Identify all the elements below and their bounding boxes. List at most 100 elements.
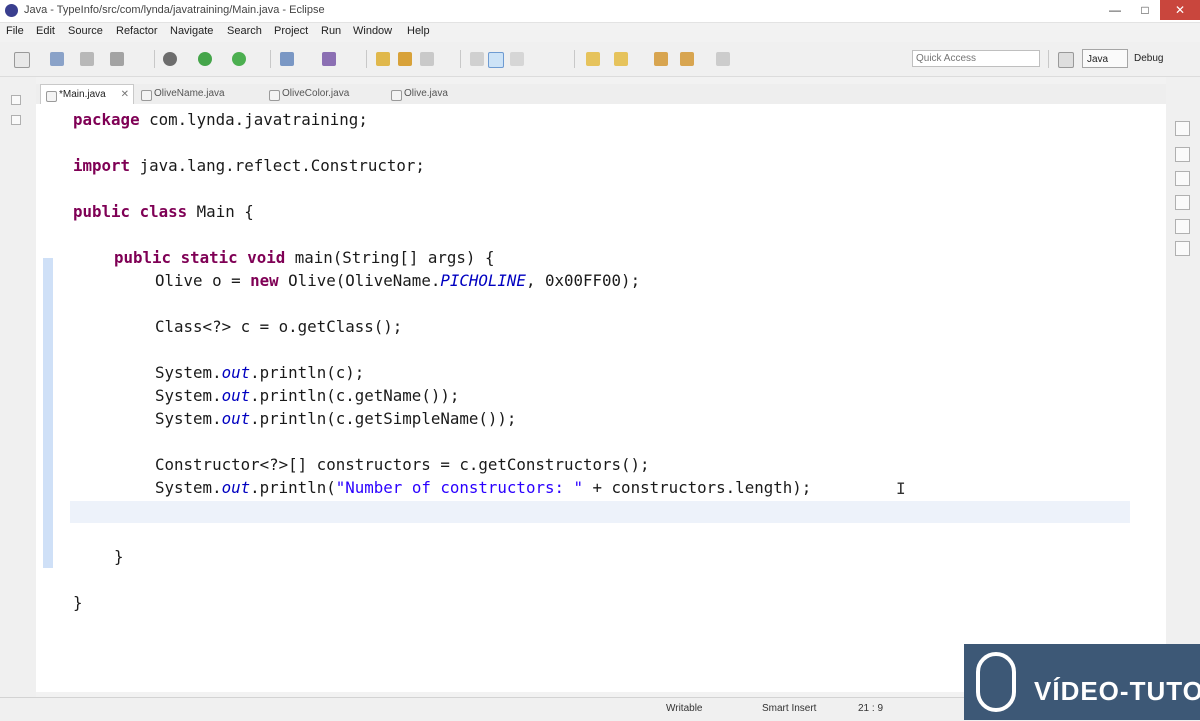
save-icon[interactable] — [50, 52, 64, 66]
code-line[interactable]: public static void main(String[] args) { — [114, 249, 494, 267]
close-button[interactable]: ✕ — [1160, 0, 1200, 20]
task-list-icon[interactable] — [1175, 171, 1190, 186]
writable-status: Writable — [666, 703, 703, 714]
toggle-block-selection-icon[interactable] — [488, 52, 504, 68]
code-line[interactable]: System.out.println(c); — [155, 364, 364, 382]
code-line[interactable]: public class Main { — [73, 203, 254, 221]
back-icon[interactable] — [680, 52, 694, 66]
static-field: out — [221, 363, 251, 382]
close-icon[interactable]: ✕ — [121, 85, 129, 105]
problems-view-icon[interactable] — [1175, 195, 1190, 210]
keyword: package — [73, 110, 140, 129]
editor-tabs: *Main.java ✕ OliveName.java OliveColor.j… — [36, 84, 1166, 105]
code-text: Olive o = — [155, 271, 251, 290]
current-line-highlight — [70, 501, 1130, 523]
watermark-text: VÍDEO-TUTOR — [1034, 676, 1200, 706]
debug-icon[interactable] — [198, 52, 212, 66]
tab-olive-java[interactable]: Olive.java — [386, 84, 482, 104]
java-file-icon — [141, 90, 152, 101]
code-text: + constructors.length); — [583, 478, 812, 497]
restore-icon[interactable] — [11, 95, 21, 105]
code-line[interactable]: import java.lang.reflect.Constructor; — [73, 157, 425, 175]
print-icon[interactable] — [110, 52, 124, 66]
code-line[interactable]: System.out.println(c.getSimpleName()); — [155, 410, 516, 428]
new-java-project-icon[interactable] — [322, 52, 336, 66]
forward-icon[interactable] — [716, 52, 730, 66]
code-line[interactable]: System.out.println(c.getName()); — [155, 387, 459, 405]
tab-olivecolor-java[interactable]: OliveColor.java — [264, 84, 376, 104]
keyword: static — [180, 248, 238, 267]
previous-annotation-icon[interactable] — [614, 52, 628, 66]
static-field: out — [221, 409, 251, 428]
code-line[interactable]: Constructor<?>[] constructors = c.getCon… — [155, 456, 650, 474]
code-line[interactable]: } — [73, 594, 83, 612]
code-line[interactable]: package com.lynda.javatraining; — [73, 111, 368, 129]
save-all-icon[interactable] — [80, 52, 94, 66]
toolbar-separator — [1048, 50, 1049, 68]
menu-file[interactable]: File — [6, 25, 24, 37]
tab-label: OliveName.java — [154, 88, 225, 99]
menu-refactor[interactable]: Refactor — [116, 25, 158, 37]
menu-source[interactable]: Source — [68, 25, 103, 37]
left-trim-bar — [0, 77, 36, 697]
tab-label: OliveColor.java — [282, 88, 350, 99]
java-perspective-button[interactable]: Java — [1082, 49, 1128, 68]
javadoc-view-icon[interactable] — [1175, 219, 1190, 234]
toolbar-separator — [574, 50, 575, 68]
outline-view-icon[interactable] — [1175, 147, 1190, 162]
code-line[interactable]: Class<?> c = o.getClass(); — [155, 318, 402, 336]
search-icon[interactable] — [420, 52, 434, 66]
new-icon[interactable] — [14, 52, 30, 68]
mark-occurrences-icon[interactable] — [470, 52, 484, 66]
code-text: System. — [155, 409, 222, 428]
keyword: import — [73, 156, 131, 175]
open-task-icon[interactable] — [398, 52, 412, 66]
code-line[interactable]: Olive o = new Olive(OliveName.PICHOLINE,… — [155, 272, 640, 290]
window-title: Java - TypeInfo/src/com/lynda/javatraini… — [24, 4, 325, 16]
menu-navigate[interactable]: Navigate — [170, 25, 213, 37]
code-text: .println(c.getName()); — [250, 386, 460, 405]
menu-edit[interactable]: Edit — [36, 25, 55, 37]
static-field: PICHOLINE — [440, 271, 526, 290]
menu-search[interactable]: Search — [227, 25, 262, 37]
package-explorer-icon[interactable] — [11, 115, 21, 125]
toolbar-separator — [460, 50, 461, 68]
external-tools-icon[interactable] — [280, 52, 294, 66]
maximize-button[interactable]: □ — [1130, 0, 1160, 20]
last-edit-location-icon[interactable] — [654, 52, 668, 66]
open-perspective-icon[interactable] — [1058, 52, 1074, 68]
insert-mode-status: Smart Insert — [762, 703, 817, 714]
text-cursor-icon: I — [896, 479, 906, 498]
menu-help[interactable]: Help — [407, 25, 430, 37]
open-type-icon[interactable] — [376, 52, 390, 66]
code-text: System. — [155, 363, 222, 382]
maximize-view-icon[interactable] — [1175, 121, 1190, 136]
menu-run[interactable]: Run — [321, 25, 341, 37]
settings-gear-icon[interactable] — [163, 52, 177, 66]
tab-label: Olive.java — [404, 88, 448, 99]
tab-main-java[interactable]: *Main.java ✕ — [40, 84, 134, 104]
cursor-position-status: 21 : 9 — [858, 703, 884, 714]
java-file-icon — [46, 91, 57, 102]
method-range-indicator — [43, 258, 53, 568]
show-whitespace-icon[interactable] — [510, 52, 524, 66]
code-text: java.lang.reflect.Constructor; — [130, 156, 425, 175]
keyword: public — [73, 202, 131, 221]
menu-window[interactable]: Window — [353, 25, 392, 37]
keyword: void — [247, 248, 286, 267]
next-annotation-icon[interactable] — [586, 52, 600, 66]
run-icon[interactable] — [232, 52, 246, 66]
debug-perspective-button[interactable]: Debug — [1134, 49, 1163, 68]
menu-project[interactable]: Project — [274, 25, 308, 37]
tab-olivename-java[interactable]: OliveName.java — [136, 84, 248, 104]
static-field: out — [221, 386, 251, 405]
java-file-icon — [391, 90, 402, 101]
code-line[interactable]: System.out.println("Number of constructo… — [155, 479, 811, 497]
code-text: , 0x00FF00); — [525, 271, 641, 290]
eclipse-app-icon — [5, 4, 18, 17]
code-line[interactable]: } — [114, 548, 124, 566]
quick-access-input[interactable] — [912, 50, 1040, 67]
minimize-button[interactable]: — — [1100, 0, 1130, 20]
console-view-icon[interactable] — [1175, 241, 1190, 256]
video-tutor-logo-icon — [976, 652, 1016, 712]
